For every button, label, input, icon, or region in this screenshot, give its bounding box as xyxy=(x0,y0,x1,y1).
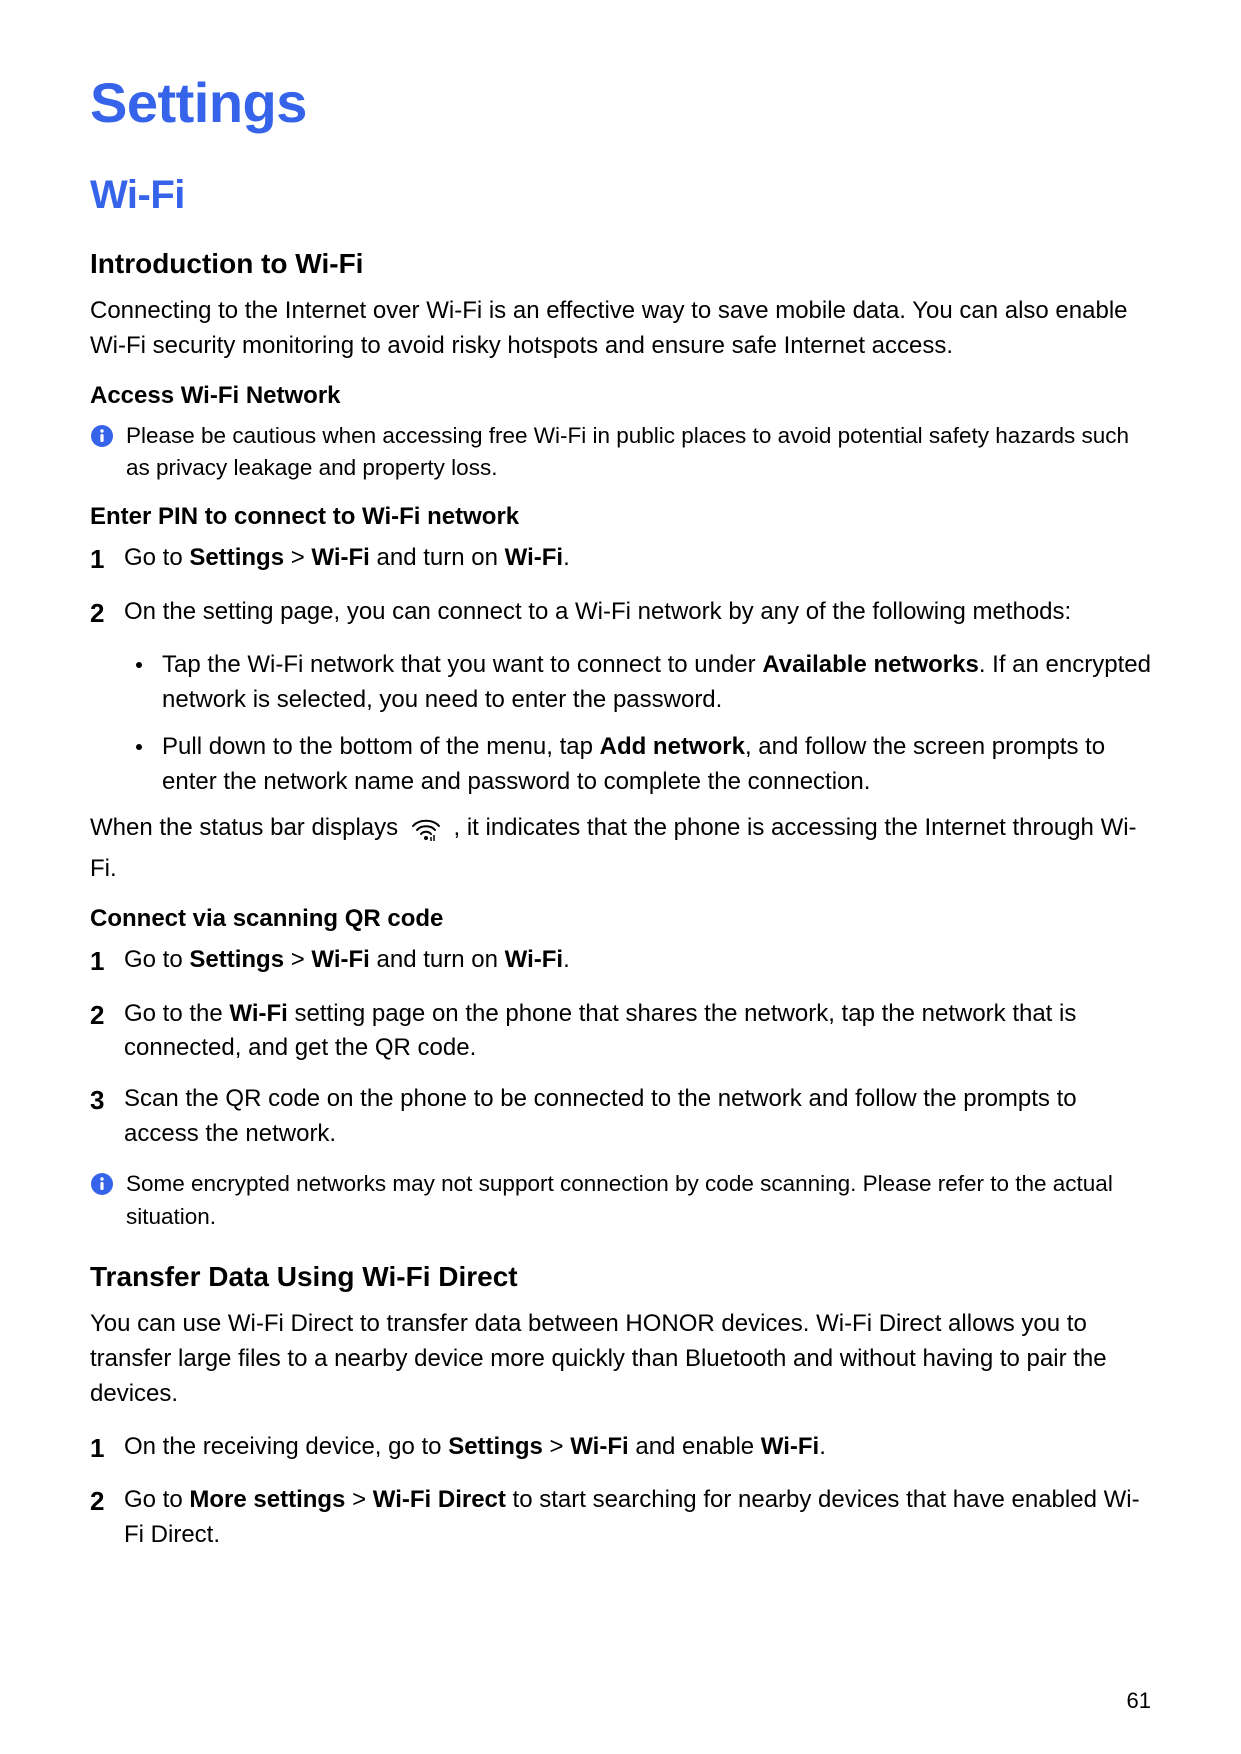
text: > xyxy=(543,1433,570,1460)
direct-steps: 1 On the receiving device, go to Setting… xyxy=(90,1430,1151,1553)
page-number: 61 xyxy=(1127,1688,1151,1714)
text: and turn on xyxy=(370,946,505,973)
qr-steps: 1 Go to Settings > Wi-Fi and turn on Wi-… xyxy=(90,943,1151,1152)
step-item: 3 Scan the QR code on the phone to be co… xyxy=(90,1082,1151,1152)
step-text: Go to Settings > Wi-Fi and turn on Wi-Fi… xyxy=(124,541,570,576)
text-bold: Wi-Fi xyxy=(311,544,369,571)
info-callout: Please be cautious when accessing free W… xyxy=(90,420,1151,485)
text: On the receiving device, go to xyxy=(124,1433,448,1460)
document-page: Settings Wi-Fi Introduction to Wi-Fi Con… xyxy=(0,0,1241,1754)
text-bold: Wi-Fi xyxy=(505,544,563,571)
info-icon xyxy=(90,1172,114,1196)
step-number: 2 xyxy=(90,997,110,1035)
text: and enable xyxy=(629,1433,761,1460)
direct-body: You can use Wi-Fi Direct to transfer dat… xyxy=(90,1307,1151,1411)
step-text: Scan the QR code on the phone to be conn… xyxy=(124,1082,1151,1152)
text-bold: Settings xyxy=(189,946,284,973)
text: Pull down to the bottom of the menu, tap xyxy=(162,733,600,760)
text-bold: Wi-Fi xyxy=(761,1433,819,1460)
section-title: Wi-Fi xyxy=(90,173,1151,218)
text: > xyxy=(284,544,311,571)
text: and turn on xyxy=(370,544,505,571)
text-bold: Wi-Fi xyxy=(311,946,369,973)
direct-heading: Transfer Data Using Wi-Fi Direct xyxy=(90,1261,1151,1293)
intro-body: Connecting to the Internet over Wi-Fi is… xyxy=(90,294,1151,364)
text: . xyxy=(563,946,570,973)
qr-heading: Connect via scanning QR code xyxy=(90,905,1151,933)
step-number: 1 xyxy=(90,541,110,579)
text-bold: More settings xyxy=(189,1486,345,1513)
list-text: Pull down to the bottom of the menu, tap… xyxy=(162,730,1151,800)
step-text: On the setting page, you can connect to … xyxy=(124,595,1071,630)
step-number: 2 xyxy=(90,595,110,633)
text-bold: Available networks xyxy=(762,651,979,678)
step-number: 1 xyxy=(90,1430,110,1468)
bullet-icon xyxy=(136,744,142,750)
text: Tap the Wi-Fi network that you want to c… xyxy=(162,651,762,678)
text-bold: Wi-Fi xyxy=(505,946,563,973)
status-bar-note: When the status bar displays , it indica… xyxy=(90,811,1151,887)
wifi-icon xyxy=(409,813,443,852)
text: Go to xyxy=(124,946,189,973)
step-item: 2 Go to More settings > Wi-Fi Direct to … xyxy=(90,1483,1151,1553)
text-bold: Settings xyxy=(189,544,284,571)
pin-heading: Enter PIN to connect to Wi-Fi network xyxy=(90,503,1151,531)
step-text: Go to More settings > Wi-Fi Direct to st… xyxy=(124,1483,1151,1553)
text-bold: Wi-Fi xyxy=(229,1000,287,1027)
info-text: Some encrypted networks may not support … xyxy=(126,1168,1151,1233)
list-item: Tap the Wi-Fi network that you want to c… xyxy=(128,648,1151,718)
text: . xyxy=(819,1433,826,1460)
text: Go to the xyxy=(124,1000,229,1027)
info-icon xyxy=(90,424,114,448)
bullet-icon xyxy=(136,662,142,668)
step-item: 1 Go to Settings > Wi-Fi and turn on Wi-… xyxy=(90,943,1151,981)
step-item: 1 On the receiving device, go to Setting… xyxy=(90,1430,1151,1468)
step-text: Go to the Wi-Fi setting page on the phon… xyxy=(124,997,1151,1067)
step-number: 2 xyxy=(90,1483,110,1521)
step-number: 1 xyxy=(90,943,110,981)
text: Go to xyxy=(124,1486,189,1513)
access-heading: Access Wi-Fi Network xyxy=(90,382,1151,410)
pin-sub-list: Tap the Wi-Fi network that you want to c… xyxy=(128,648,1151,799)
text: > xyxy=(284,946,311,973)
text: . xyxy=(563,544,570,571)
step-item: 2 Go to the Wi-Fi setting page on the ph… xyxy=(90,997,1151,1067)
step-item: 2 On the setting page, you can connect t… xyxy=(90,595,1151,633)
text-bold: Settings xyxy=(448,1433,543,1460)
list-item: Pull down to the bottom of the menu, tap… xyxy=(128,730,1151,800)
text-bold: Wi-Fi Direct xyxy=(373,1486,506,1513)
list-text: Tap the Wi-Fi network that you want to c… xyxy=(162,648,1151,718)
step-number: 3 xyxy=(90,1082,110,1120)
intro-heading: Introduction to Wi-Fi xyxy=(90,248,1151,280)
step-text: Go to Settings > Wi-Fi and turn on Wi-Fi… xyxy=(124,943,570,978)
pin-steps: 1 Go to Settings > Wi-Fi and turn on Wi-… xyxy=(90,541,1151,632)
text-bold: Wi-Fi xyxy=(570,1433,628,1460)
text: When the status bar displays xyxy=(90,814,405,841)
page-title: Settings xyxy=(90,70,1151,135)
text: Go to xyxy=(124,544,189,571)
info-text: Please be cautious when accessing free W… xyxy=(126,420,1151,485)
text-bold: Add network xyxy=(600,733,745,760)
step-item: 1 Go to Settings > Wi-Fi and turn on Wi-… xyxy=(90,541,1151,579)
step-text: On the receiving device, go to Settings … xyxy=(124,1430,826,1465)
info-callout: Some encrypted networks may not support … xyxy=(90,1168,1151,1233)
text: > xyxy=(345,1486,372,1513)
